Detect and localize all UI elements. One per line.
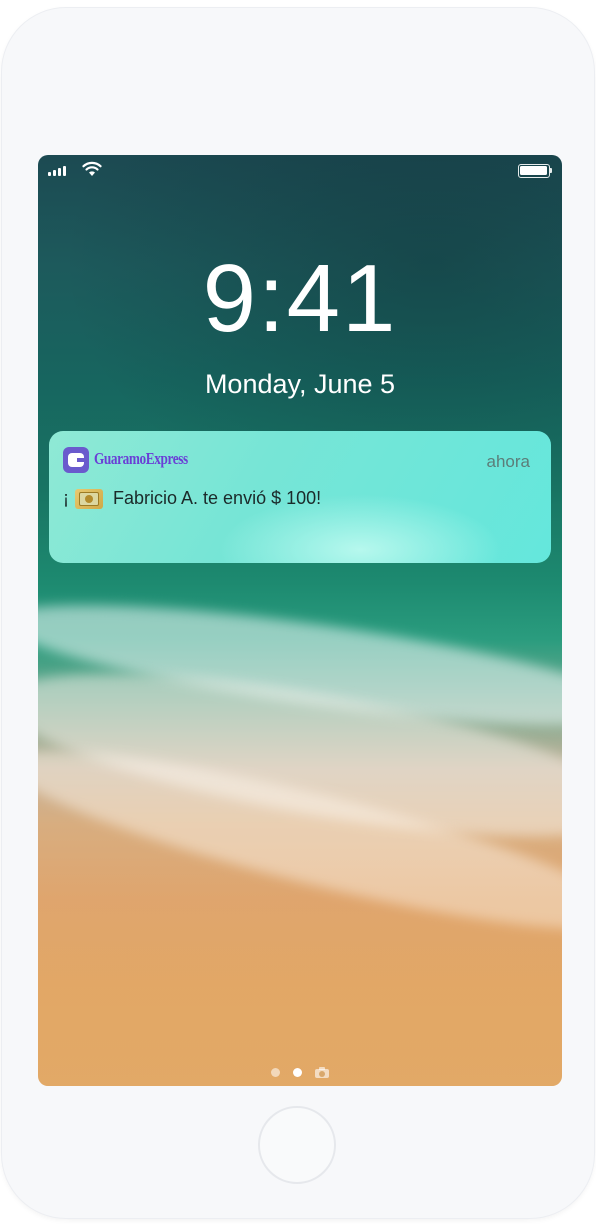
phone-frame: 9:41 Monday, June 5 GuaramoExpress ahora… — [2, 8, 594, 1218]
lock-date: Monday, June 5 — [204, 369, 396, 399]
notification-app-name: GuaramoExpress — [94, 449, 188, 468]
wallpaper-sand — [38, 855, 562, 1086]
cellular-signal-icon — [48, 166, 66, 176]
page-dot-active[interactable] — [293, 1068, 302, 1077]
money-bills-icon — [75, 488, 103, 509]
notification-message-text: Fabricio A. te envió $ 100! — [113, 488, 322, 508]
notification-message-prefix: ¡ — [63, 488, 69, 508]
page-dot[interactable] — [271, 1068, 280, 1077]
wifi-icon — [82, 161, 102, 176]
battery-icon — [518, 164, 552, 178]
notification-time: ahora — [486, 452, 530, 471]
push-notification[interactable]: GuaramoExpress ahora ¡ Fabricio A. te en… — [49, 431, 551, 563]
lock-screen: 9:41 Monday, June 5 GuaramoExpress ahora… — [38, 155, 562, 1086]
home-button[interactable] — [258, 1106, 336, 1184]
guaramo-express-app-icon — [63, 447, 89, 473]
camera-icon[interactable] — [315, 1067, 329, 1078]
lock-clock: 9:41 — [202, 245, 398, 352]
page-indicator — [38, 1067, 562, 1078]
status-bar — [38, 155, 562, 189]
notification-message: ¡ Fabricio A. te envió $ 100! — [63, 488, 321, 509]
